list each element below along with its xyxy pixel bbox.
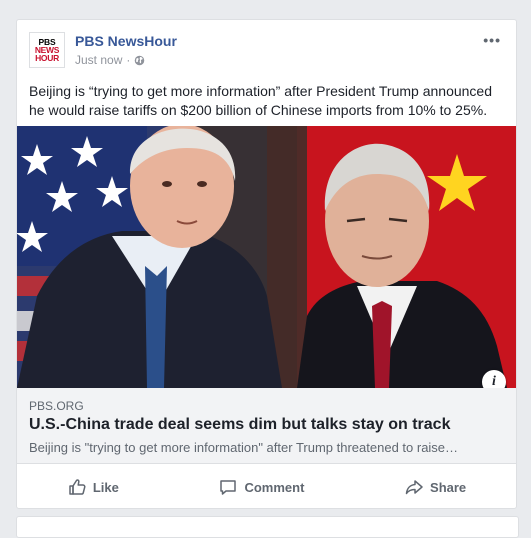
comment-button[interactable]: Comment (206, 471, 316, 503)
share-label: Share (430, 479, 467, 495)
post-header: PBS NEWS HOUR PBS NewsHour Just now · ••… (29, 32, 501, 72)
like-button[interactable]: Like (55, 471, 131, 503)
link-preview-image[interactable]: i (17, 126, 516, 388)
timestamp[interactable]: Just now (75, 53, 122, 67)
link-preview[interactable]: PBS.ORG U.S.-China trade deal seems dim … (17, 388, 516, 464)
comment-icon (220, 480, 237, 495)
page-name-link[interactable]: PBS NewsHour (75, 33, 177, 49)
meta-separator: · (126, 53, 131, 67)
link-headline[interactable]: U.S.-China trade deal seems dim but talk… (29, 416, 450, 434)
link-domain: PBS.ORG (29, 399, 84, 413)
page-avatar[interactable]: PBS NEWS HOUR (29, 32, 65, 68)
info-icon[interactable]: i (482, 370, 506, 388)
comment-label: Comment (244, 479, 305, 495)
share-icon (405, 480, 423, 495)
action-bar: Like Comment Share (17, 471, 516, 503)
logo-line-3: HOUR (35, 53, 59, 63)
globe-icon[interactable] (134, 55, 145, 66)
thumbs-up-icon (69, 479, 86, 495)
post-meta: Just now · (75, 53, 145, 67)
like-label: Like (92, 479, 119, 495)
link-description: Beijing is "trying to get more informati… (29, 440, 459, 455)
post-text: Beijing is “trying to get more informati… (29, 83, 493, 118)
post-card: PBS NEWS HOUR PBS NewsHour Just now · ••… (16, 19, 517, 509)
next-post-card (16, 516, 519, 538)
share-button[interactable]: Share (392, 471, 478, 503)
more-options-icon[interactable]: ••• (483, 32, 501, 48)
news-photo (17, 126, 516, 388)
